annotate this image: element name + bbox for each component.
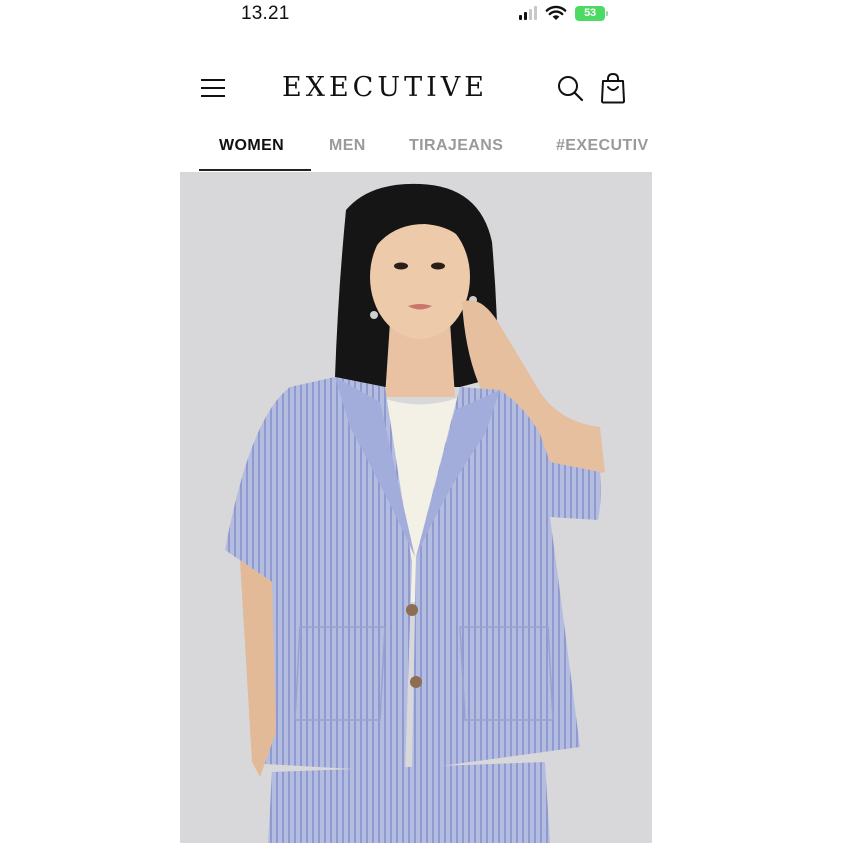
tab-women[interactable]: WOMEN (219, 137, 284, 155)
model-photo (180, 172, 652, 843)
status-icons: 53 (519, 5, 608, 21)
search-button[interactable] (556, 74, 584, 102)
signal-icon (519, 6, 537, 20)
hero-banner[interactable] (180, 172, 652, 843)
battery-level: 53 (584, 7, 596, 19)
status-bar: 13.21 53 (0, 0, 846, 34)
menu-button[interactable] (200, 76, 226, 100)
wifi-icon (545, 5, 567, 20)
cart-button[interactable] (598, 72, 628, 104)
tab-men[interactable]: MEN (329, 137, 366, 155)
active-tab-indicator (199, 169, 311, 171)
shopping-bag-icon (601, 72, 625, 104)
hamburger-menu-icon (201, 79, 225, 97)
battery-charging-icon: 53 (575, 5, 608, 21)
tab-executiv[interactable]: #EXECUTIV (556, 137, 649, 155)
tab-tirajeans[interactable]: TIRAJEANS (409, 137, 503, 155)
app-header: EXECUTIVE (180, 60, 652, 116)
search-icon (558, 76, 584, 102)
category-tabs: WOMEN MEN TIRAJEANS #EXECUTIV (180, 127, 652, 172)
brand-logo[interactable]: EXECUTIVE (270, 72, 500, 103)
status-time: 13.21 (241, 3, 290, 24)
